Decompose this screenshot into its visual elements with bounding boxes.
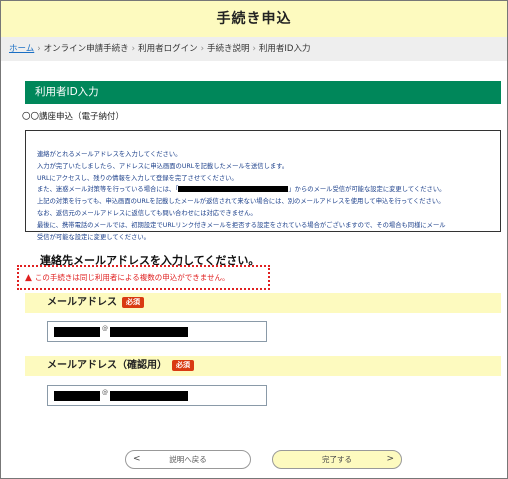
- email-label: メールアドレス 必須: [47, 293, 144, 313]
- section-title: 利用者ID入力: [25, 81, 501, 104]
- breadcrumb-separator: ›: [252, 44, 256, 54]
- redacted-sender-address: [178, 186, 289, 193]
- email-confirm-label-text: メールアドレス（確認用）: [47, 360, 167, 371]
- breadcrumb-separator: ›: [37, 44, 41, 54]
- breadcrumb-user-id-input: 利用者ID入力: [258, 44, 311, 54]
- redacted-email-domain: [110, 327, 188, 337]
- email-field-label-band: メールアドレス 必須: [25, 293, 501, 313]
- email-at-sign: @: [102, 325, 108, 332]
- breadcrumb-home-link[interactable]: ホーム: [9, 44, 34, 54]
- notice-line: また、迷惑メール対策等を行っている場合には、「 」からのメール受信が可能な設定に変…: [37, 184, 490, 196]
- email-confirm-label: メールアドレス（確認用） 必須: [47, 356, 194, 376]
- notice-line: 最後に、携帯電話のメールでは、初期設定でURLリンク付きメールを拒否する設定をさ…: [37, 221, 446, 229]
- warning-message: ▲ この手続きは同じ利用者による複数の申込ができません。: [25, 267, 268, 289]
- required-badge: 必須: [122, 297, 144, 308]
- required-badge: 必須: [172, 360, 194, 371]
- email-field[interactable]: @: [47, 321, 267, 342]
- breadcrumb: ホーム › オンライン申請手続き › 利用者ログイン › 手続き説明 › 利用者ID入力: [1, 37, 507, 61]
- notice-text: また、迷惑メール対策等を行っている場合には、「: [37, 186, 179, 194]
- complete-button[interactable]: 完了する >: [272, 450, 402, 469]
- course-name: 〇〇講座申込（電子納付）: [22, 112, 125, 122]
- notice-line: URLにアクセスし、残りの情報を入力して登録を完了させてください。: [37, 174, 238, 182]
- notice-line: 受信が可能な設定に変更してください。: [37, 233, 150, 241]
- notice-line: 入力が完了いたしましたら、アドレスに申込画面のURLを記載したメールを送信します…: [37, 162, 289, 170]
- redacted-email-domain: [110, 391, 188, 401]
- email-confirm-field-label-band: メールアドレス（確認用） 必須: [25, 356, 501, 376]
- breadcrumb-online-application: オンライン申請手続き: [43, 44, 129, 54]
- breadcrumb-separator: ›: [131, 44, 136, 54]
- warning-text: この手続きは同じ利用者による複数の申込ができません。: [34, 273, 230, 282]
- notice-text: 」からのメール受信が可能な設定に変更してください。: [288, 186, 446, 194]
- notice-line: 上記の対策を行っても、申込画面のURLを記載したメールが返信されて来ない場合には…: [37, 198, 445, 206]
- warning-box: ▲ この手続きは同じ利用者による複数の申込ができません。: [17, 265, 270, 290]
- warning-triangle-icon: ▲: [25, 273, 32, 283]
- back-to-description-button[interactable]: < 説明へ戻る: [125, 450, 251, 469]
- notice-line: 連絡がとれるメールアドレスを入力してください。: [37, 151, 182, 158]
- page-title: 手続き申込: [216, 11, 292, 27]
- email-confirm-field[interactable]: @: [47, 385, 267, 406]
- redacted-email-local: [54, 327, 100, 337]
- complete-button-label: 完了する: [322, 455, 352, 464]
- email-at-sign: @: [102, 389, 108, 396]
- redacted-email-local: [54, 391, 100, 401]
- breadcrumb-procedure-description: 手続き説明: [207, 44, 250, 54]
- page-header: 手続き申込: [1, 1, 507, 37]
- breadcrumb-separator: ›: [200, 44, 204, 54]
- notice-box: 連絡がとれるメールアドレスを入力してください。 入力が完了いたしましたら、アドレ…: [25, 130, 501, 241]
- breadcrumb-user-login: 利用者ログイン: [138, 44, 198, 54]
- chevron-left-icon: <: [133, 454, 141, 464]
- email-label-text: メールアドレス: [47, 297, 117, 308]
- back-button-label: 説明へ戻る: [169, 455, 207, 464]
- chevron-right-icon: >: [386, 454, 394, 464]
- notice-line: なお、返信元のメールアドレスに返信しても問い合わせには対応できません。: [37, 209, 257, 217]
